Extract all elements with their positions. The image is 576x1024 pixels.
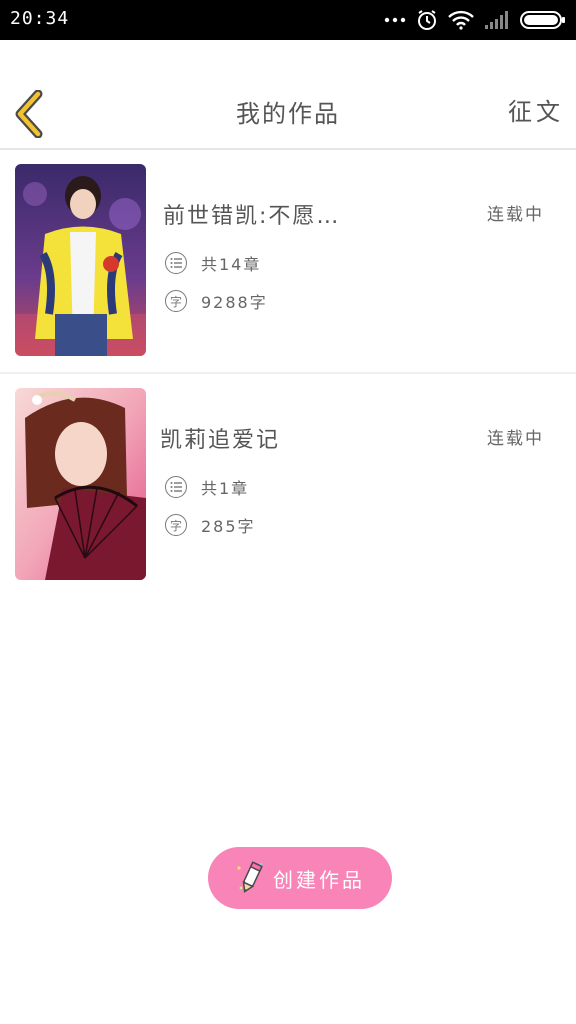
work-status: 连载中 [487,429,544,449]
work-title: 凯莉追爱记 [160,428,281,453]
create-work-button[interactable]: 创建作品 [208,847,392,909]
word-count: 9288字 [201,293,268,312]
header: 我的作品 征文 [0,40,576,150]
chapter-count-row: 共14章 [165,250,261,276]
cover-image [15,164,146,356]
cover-image [15,388,146,580]
work-status: 连载中 [487,205,544,225]
word-icon: 字 [165,290,187,312]
signal-icon [484,10,510,30]
chapter-count: 共14章 [201,255,262,274]
work-item[interactable]: 前世错凯:不愿… 连载中 共14章 字 9288字 [0,150,576,374]
works-list: 前世错凯:不愿… 连载中 共14章 字 9288字 凯莉追爱记 连载中 共1章 … [0,150,576,596]
word-count-row: 字 285字 [165,512,256,538]
page-title: 我的作品 [236,100,340,128]
create-work-label: 创建作品 [273,867,365,892]
work-item[interactable]: 凯莉追爱记 连载中 共1章 字 285字 [0,374,576,596]
chapter-count: 共1章 [201,479,250,498]
battery-icon [520,10,566,30]
wifi-icon [448,10,474,30]
alarm-icon [416,9,438,31]
contest-button[interactable]: 征文 [508,92,564,127]
word-icon: 字 [165,514,187,536]
pencil-icon [237,861,263,893]
list-icon [165,476,187,498]
work-title: 前世错凯:不愿… [163,204,341,229]
status-bar: 20:34 [0,0,576,40]
more-dots-icon [384,16,406,24]
status-icons [384,8,566,32]
word-count: 285字 [201,517,256,536]
status-time: 20:34 [10,8,70,29]
word-count-row: 字 9288字 [165,288,268,314]
chapter-count-row: 共1章 [165,474,249,500]
list-icon [165,252,187,274]
